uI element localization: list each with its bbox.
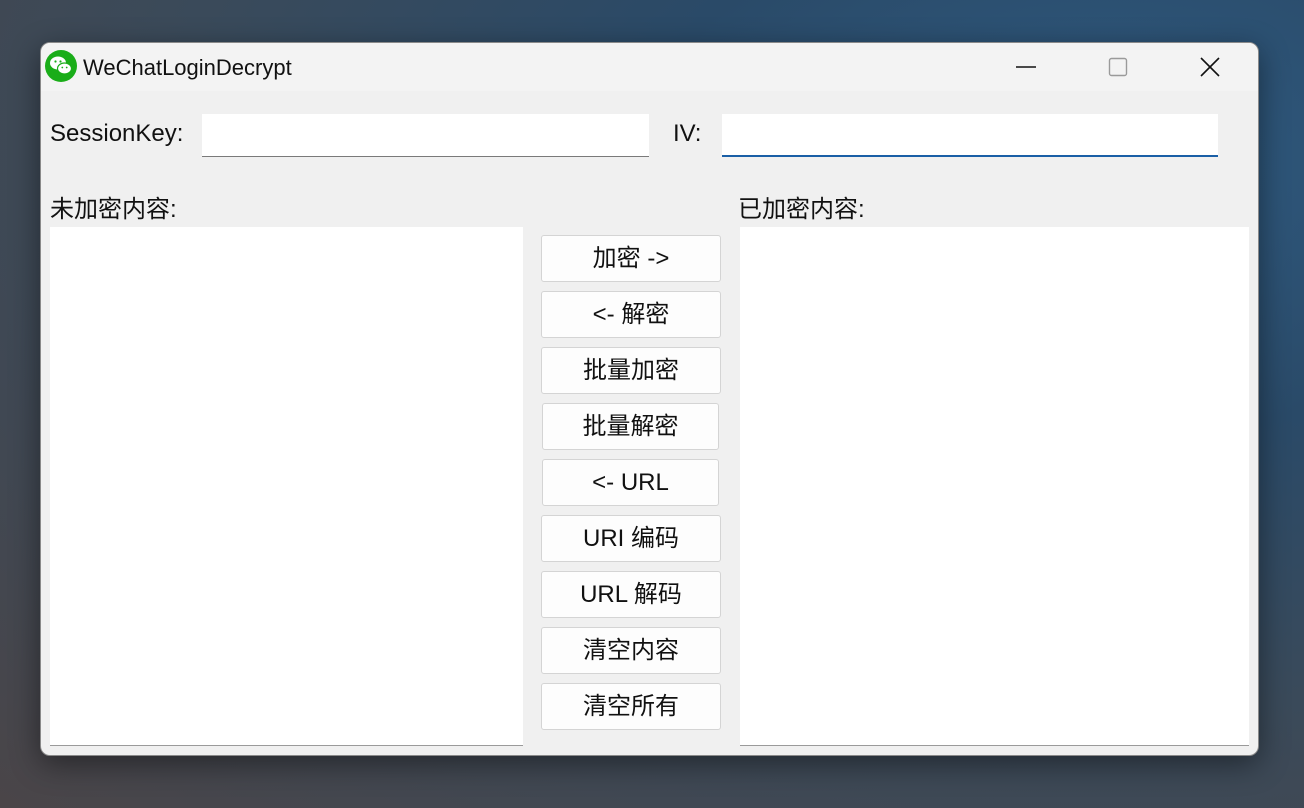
app-window: WeChatLoginDecrypt SessionKey: IV: 未加密内容… (40, 42, 1259, 756)
iv-label: IV: (673, 120, 702, 147)
session-key-input[interactable] (202, 114, 649, 157)
url-button[interactable]: <- URL (542, 459, 719, 506)
wechat-icon (45, 50, 77, 82)
encrypt-button[interactable]: 加密 -> (541, 235, 721, 282)
encrypted-content-label: 已加密内容: (738, 196, 865, 223)
batch-decrypt-button[interactable]: 批量解密 (542, 403, 719, 450)
clear-content-button[interactable]: 清空内容 (541, 627, 721, 674)
window-title: WeChatLoginDecrypt (83, 55, 292, 80)
decrypt-button[interactable]: <- 解密 (541, 291, 721, 338)
maximize-button[interactable] (1073, 43, 1165, 91)
plain-content-textarea[interactable] (50, 227, 523, 746)
minimize-button[interactable] (981, 43, 1073, 91)
batch-encrypt-button[interactable]: 批量加密 (541, 347, 721, 394)
iv-input[interactable] (722, 114, 1218, 157)
uri-encode-button[interactable]: URI 编码 (541, 515, 721, 562)
plain-content-label: 未加密内容: (50, 196, 177, 223)
minimize-icon (1016, 66, 1036, 68)
session-key-label: SessionKey: (50, 120, 184, 147)
clear-all-button[interactable]: 清空所有 (541, 683, 721, 730)
url-decode-button[interactable]: URL 解码 (541, 571, 721, 618)
maximize-icon (1108, 57, 1128, 77)
close-button[interactable] (1165, 43, 1257, 91)
close-icon (1200, 57, 1220, 77)
encrypted-content-textarea[interactable] (740, 227, 1249, 746)
title-bar[interactable]: WeChatLoginDecrypt (41, 43, 1258, 91)
